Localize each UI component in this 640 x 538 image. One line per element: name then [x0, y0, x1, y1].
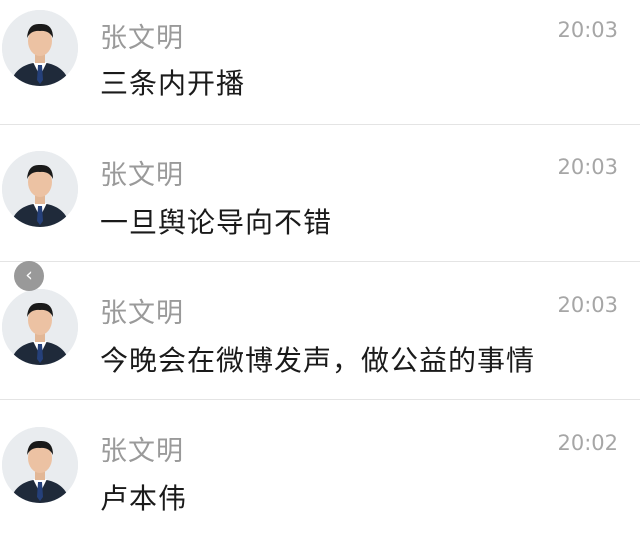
message-time: 20:03 — [557, 155, 618, 179]
divider — [0, 399, 640, 400]
message-text: 三条内开播 — [100, 67, 246, 100]
chevron-left-icon: ‹ — [25, 264, 33, 286]
sender-name: 张文明 — [100, 160, 184, 191]
sender-name: 张文明 — [100, 436, 184, 467]
avatar[interactable] — [2, 10, 78, 86]
message-time: 20:02 — [557, 431, 618, 455]
divider — [0, 261, 640, 262]
avatar[interactable] — [2, 289, 78, 365]
message-item[interactable]: 张文明 20:03 一旦舆论导向不错 — [0, 125, 640, 262]
sender-name: 张文明 — [100, 23, 184, 54]
person-avatar-icon — [2, 151, 78, 227]
message-item[interactable]: 张文明 20:03 三条内开播 — [0, 0, 640, 125]
person-avatar-icon — [2, 10, 78, 86]
message-time: 20:03 — [557, 18, 618, 42]
message-text: 一旦舆论导向不错 — [100, 206, 333, 239]
message-feed: 张文明 20:03 三条内开播 张文明 20:03 一旦舆论导向不错 张文明 2… — [0, 0, 640, 538]
avatar[interactable] — [2, 427, 78, 503]
sender-name: 张文明 — [100, 298, 184, 329]
person-avatar-icon — [2, 289, 78, 365]
avatar[interactable] — [2, 151, 78, 227]
message-time: 20:03 — [557, 293, 618, 317]
person-avatar-icon — [2, 427, 78, 503]
message-item[interactable]: 张文明 20:03 今晚会在微博发声，做公益的事情 — [0, 263, 640, 400]
message-text: 卢本伟 — [100, 482, 188, 515]
message-text: 今晚会在微博发声，做公益的事情 — [100, 344, 536, 377]
back-button[interactable]: ‹ — [14, 261, 44, 291]
message-item[interactable]: 张文明 20:02 卢本伟 — [0, 401, 640, 538]
